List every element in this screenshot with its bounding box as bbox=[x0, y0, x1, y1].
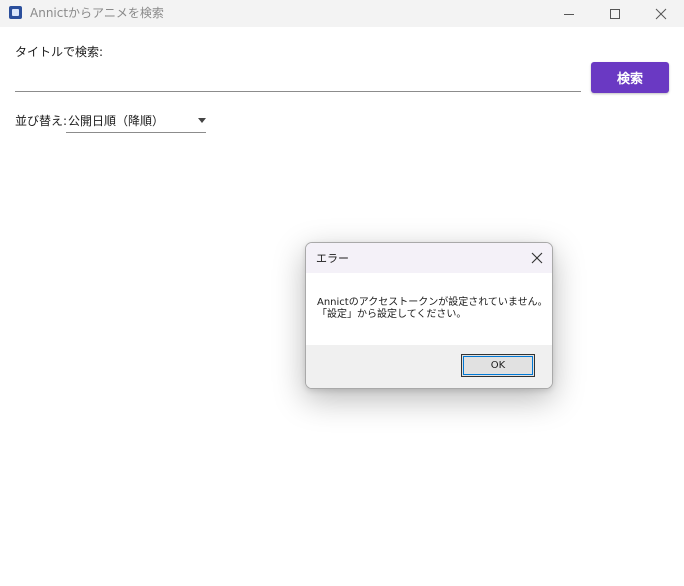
maximize-icon bbox=[610, 8, 620, 19]
dialog-close-button[interactable] bbox=[523, 244, 551, 272]
dialog-title-bar[interactable]: エラー bbox=[306, 243, 552, 273]
dialog-title: エラー bbox=[316, 252, 349, 265]
search-input[interactable] bbox=[15, 65, 581, 92]
minimize-button[interactable] bbox=[546, 0, 592, 27]
sort-selected-value: 公開日順（降順） bbox=[68, 114, 165, 128]
app-icon bbox=[9, 6, 22, 19]
close-icon bbox=[655, 8, 667, 19]
error-dialog: エラー Annictのアクセストークンが設定されていません。 「設定」から設定し… bbox=[305, 242, 553, 389]
search-button[interactable]: 検索 bbox=[591, 62, 669, 93]
window-title: Annictからアニメを検索 bbox=[30, 6, 164, 20]
chevron-down-icon bbox=[198, 118, 206, 123]
close-button[interactable] bbox=[638, 0, 684, 27]
sort-label: 並び替え: bbox=[15, 114, 68, 128]
maximize-button[interactable] bbox=[592, 0, 638, 27]
dialog-message: Annictのアクセストークンが設定されていません。 「設定」から設定してくださ… bbox=[317, 297, 548, 321]
minimize-icon bbox=[564, 13, 574, 15]
dialog-message-line-1: Annictのアクセストークンが設定されていません。 bbox=[317, 297, 548, 308]
dialog-message-line-2: 「設定」から設定してください。 bbox=[317, 309, 467, 320]
dialog-body: Annictのアクセストークンが設定されていません。 「設定」から設定してくださ… bbox=[306, 273, 552, 345]
search-label: タイトルで検索: bbox=[15, 45, 104, 59]
ok-button[interactable]: OK bbox=[461, 354, 535, 377]
close-icon bbox=[531, 252, 543, 264]
dialog-footer: OK bbox=[306, 345, 552, 388]
sort-dropdown[interactable]: 公開日順（降順） bbox=[66, 109, 206, 133]
window-title-bar[interactable]: Annictからアニメを検索 bbox=[0, 0, 684, 27]
